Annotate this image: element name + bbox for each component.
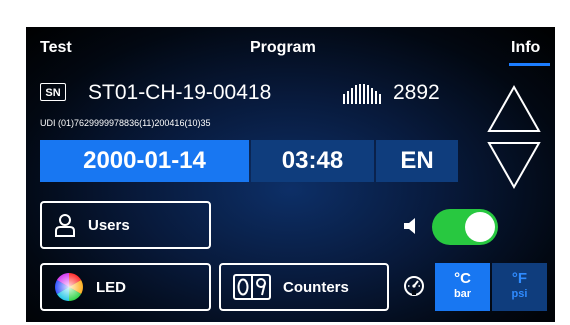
psi-label: psi: [511, 288, 528, 300]
unit-celsius-bar-button[interactable]: °C bar: [435, 263, 490, 311]
time-field[interactable]: 03:48: [251, 140, 374, 182]
udi-code: UDI (01)7629999978836(11)200416(10)35: [40, 118, 211, 128]
gauge-icon: [404, 276, 424, 296]
fahrenheit-label: °F: [511, 270, 528, 287]
unit-fahrenheit-psi-button[interactable]: °F psi: [492, 263, 547, 311]
user-icon: [54, 213, 76, 237]
arrow-down-icon[interactable]: [486, 139, 542, 191]
color-wheel-icon: [54, 272, 84, 302]
date-field[interactable]: 2000-01-14: [40, 140, 249, 182]
led-button[interactable]: LED: [40, 263, 211, 311]
users-button[interactable]: Users: [40, 201, 211, 249]
cycle-count: 2892: [393, 81, 440, 104]
arrow-up-icon[interactable]: [486, 83, 542, 135]
device-screen: Test Program Info SN ST01-CH-19-00418 28…: [26, 27, 555, 322]
speaker-icon: [404, 218, 415, 234]
users-label: Users: [88, 216, 130, 234]
bar-label: bar: [453, 288, 472, 300]
sn-badge-icon: SN: [40, 83, 66, 101]
tab-info[interactable]: Info: [511, 39, 540, 57]
counters-button[interactable]: Counters: [219, 263, 389, 311]
active-tab-indicator: [509, 63, 550, 66]
tab-test[interactable]: Test: [40, 39, 72, 57]
language-field[interactable]: EN: [376, 140, 458, 182]
serial-number: ST01-CH-19-00418: [88, 81, 272, 104]
toggle-knob: [465, 212, 495, 242]
counter-icon: [233, 273, 271, 301]
led-label: LED: [96, 278, 126, 296]
barcode-icon: [343, 84, 381, 104]
tab-program[interactable]: Program: [250, 39, 316, 57]
celsius-label: °C: [454, 270, 471, 287]
counters-label: Counters: [283, 278, 349, 296]
sound-toggle[interactable]: [432, 209, 498, 245]
